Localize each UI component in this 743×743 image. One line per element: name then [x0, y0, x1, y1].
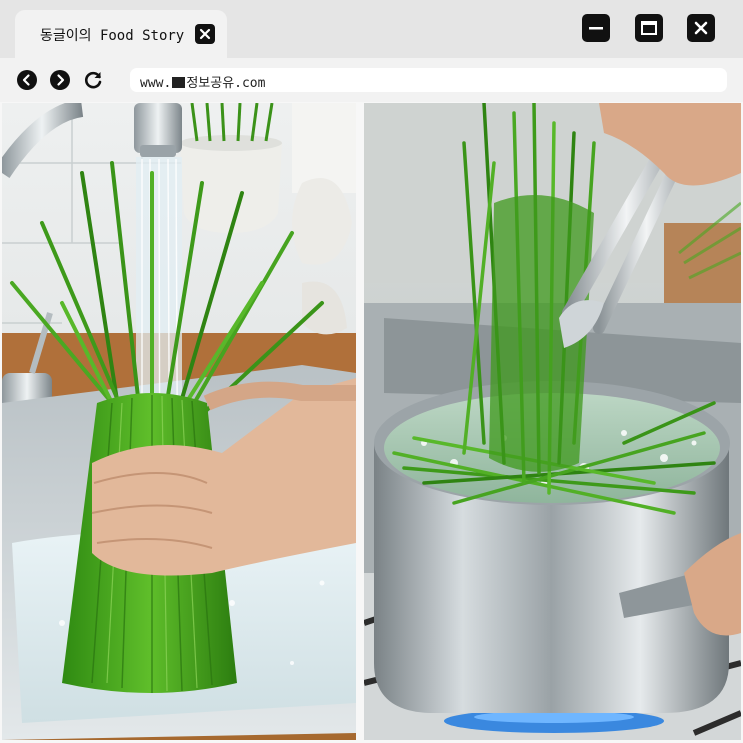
minimize-button[interactable]: [582, 14, 610, 42]
tab-bar: 동글이의 Food Story: [0, 0, 743, 58]
tab-title: 동글이의 Food Story: [40, 28, 185, 44]
redacted-block: [172, 77, 186, 88]
close-window-button[interactable]: [687, 14, 715, 42]
url-prefix: www.: [140, 76, 172, 91]
tab-food-story[interactable]: 동글이의 Food Story: [15, 10, 227, 58]
page-content: [0, 102, 743, 743]
blanching-chives-photo: [364, 103, 741, 740]
image-divider: [356, 102, 364, 743]
back-icon[interactable]: [16, 69, 38, 91]
toolbar: www. 정보공유.com: [0, 58, 743, 102]
tab-close-icon[interactable]: [195, 24, 215, 44]
forward-icon[interactable]: [49, 69, 71, 91]
washing-chives-photo: [2, 103, 356, 740]
url-text: www. 정보공유.com: [140, 72, 265, 91]
maximize-button[interactable]: [635, 14, 663, 42]
address-bar[interactable]: www. 정보공유.com: [130, 68, 727, 92]
url-suffix: 정보공유.com: [186, 76, 266, 91]
browser-window: 동글이의 Food Story www. 정보공유.com: [0, 0, 743, 743]
reload-icon[interactable]: [82, 69, 104, 91]
